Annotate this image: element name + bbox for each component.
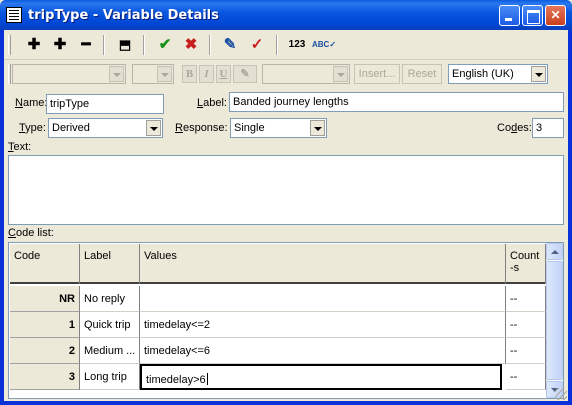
text-area[interactable]: [8, 155, 564, 225]
code-cell[interactable]: 1: [10, 312, 80, 338]
text-label: Text:: [8, 141, 32, 153]
codes-label: Codes:: [497, 122, 532, 134]
add-multiple-icon[interactable]: ✚: [49, 35, 71, 55]
values-cell-editing[interactable]: timedelay>6: [140, 364, 502, 390]
header-values[interactable]: Values: [140, 244, 506, 284]
values-cell[interactable]: [140, 286, 506, 312]
chevron-down-icon: [109, 66, 124, 82]
counts-cell: --: [506, 364, 546, 390]
label-label: Label:: [197, 97, 227, 109]
label-value: Banded journey lengths: [233, 96, 349, 108]
response-select[interactable]: Single: [230, 118, 327, 138]
values-edit-text: timedelay>6: [146, 374, 206, 386]
text-caret: [206, 373, 208, 385]
type-value: Derived: [52, 122, 90, 134]
format-toolbar: B I U ✎ Insert... Reset English (UK): [4, 62, 568, 86]
header-counts[interactable]: Count-s: [506, 244, 546, 284]
code-cell[interactable]: 2: [10, 338, 80, 364]
style-combo[interactable]: [262, 64, 350, 84]
variable-details-window: tripType - Variable Details ✕ ✚ ✚ ━ ⬒ ✔ …: [0, 0, 572, 405]
close-button[interactable]: ✕: [545, 5, 566, 26]
code-cell[interactable]: 3: [10, 364, 80, 390]
italic-button[interactable]: I: [199, 65, 214, 83]
toolbar-separator: [143, 35, 145, 55]
codes-value: 3: [536, 122, 543, 134]
reset-button[interactable]: Reset: [402, 64, 442, 84]
renumber-icon[interactable]: 123: [286, 35, 308, 55]
response-value: Single: [234, 122, 265, 134]
vertical-scrollbar[interactable]: [546, 243, 563, 398]
header-code[interactable]: Code: [10, 244, 80, 284]
label-field[interactable]: Banded journey lengths: [229, 92, 564, 112]
accept-icon[interactable]: ✔: [154, 35, 176, 55]
color-button[interactable]: ✎: [233, 65, 257, 83]
client-area: ✚ ✚ ━ ⬒ ✔ ✖ ✎ ✓ 123 ABC✓ B I U ✎ Insert.…: [4, 30, 568, 401]
chevron-down-icon: [531, 66, 546, 82]
bold-button[interactable]: B: [182, 65, 197, 83]
remove-icon[interactable]: ━: [75, 35, 97, 55]
spell-check-icon[interactable]: ABC✓: [312, 35, 336, 55]
label-cell[interactable]: Long trip: [80, 364, 140, 390]
codes-field[interactable]: 3: [532, 118, 564, 138]
label-cell[interactable]: Quick trip: [80, 312, 140, 338]
scroll-thumb[interactable]: [546, 261, 563, 380]
title-bar[interactable]: tripType - Variable Details ✕: [0, 0, 572, 30]
window-title: tripType - Variable Details: [28, 8, 219, 23]
code-list-label: Code list:: [8, 227, 54, 239]
font-size-combo[interactable]: [132, 64, 174, 84]
maximize-button[interactable]: [522, 5, 543, 26]
insert-button[interactable]: Insert...: [354, 64, 400, 84]
chevron-down-icon: [333, 66, 348, 82]
name-value: tripType: [50, 98, 90, 110]
language-value: English (UK): [452, 68, 514, 80]
toolbar-separator: [103, 35, 105, 55]
edit-icon[interactable]: ✎: [219, 35, 241, 55]
response-label: Response:: [175, 122, 228, 134]
toolbar-separator: [276, 35, 278, 55]
scroll-up-icon[interactable]: [546, 243, 563, 260]
add-icon[interactable]: ✚: [23, 35, 45, 55]
check-icon[interactable]: ✓: [246, 35, 268, 55]
toolbar-grip[interactable]: [8, 64, 11, 84]
move-up-icon[interactable]: ⬒: [114, 35, 136, 55]
underline-button[interactable]: U: [216, 65, 231, 83]
minimize-button[interactable]: [499, 5, 520, 26]
toolbar-separator: [209, 35, 211, 55]
app-icon: [6, 7, 22, 23]
code-list-grid[interactable]: Code Label Values Count-s NR No reply --…: [8, 242, 564, 399]
chevron-down-icon: [157, 66, 172, 82]
name-label: Name:: [15, 97, 48, 109]
counts-cell: --: [506, 312, 546, 338]
label-cell[interactable]: No reply: [80, 286, 140, 312]
main-toolbar: ✚ ✚ ━ ⬒ ✔ ✖ ✎ ✓ 123 ABC✓: [4, 30, 568, 60]
grid-header: Code Label Values Count-s: [10, 244, 547, 284]
cancel-icon[interactable]: ✖: [180, 35, 202, 55]
type-label: Type:: [19, 122, 46, 134]
language-select[interactable]: English (UK): [448, 64, 548, 84]
resize-grip-icon[interactable]: [555, 388, 567, 400]
label-cell[interactable]: Medium ...: [80, 338, 140, 364]
chevron-down-icon: [146, 120, 161, 136]
name-field[interactable]: tripType: [46, 94, 164, 114]
counts-cell: --: [506, 338, 546, 364]
counts-cell: --: [506, 286, 546, 312]
code-cell[interactable]: NR: [10, 286, 80, 312]
header-label[interactable]: Label: [80, 244, 140, 284]
chevron-down-icon: [310, 120, 325, 136]
values-cell[interactable]: timedelay<=6: [140, 338, 506, 364]
toolbar-grip[interactable]: [8, 35, 11, 55]
font-combo[interactable]: [12, 64, 126, 84]
type-select[interactable]: Derived: [48, 118, 163, 138]
values-cell[interactable]: timedelay<=2: [140, 312, 506, 338]
